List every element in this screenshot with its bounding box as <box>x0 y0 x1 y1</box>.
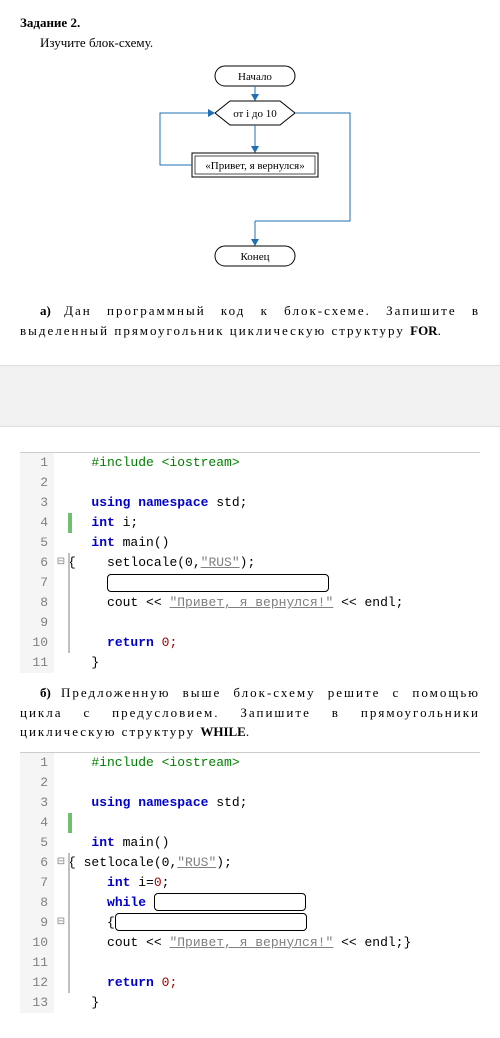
part-a-text: a) Дан программный код к блок-схеме. Зап… <box>20 301 480 340</box>
code-block-a: 1 #include <iostream> 2 3 using namespac… <box>20 452 480 673</box>
blank-while-body[interactable] <box>115 913 307 931</box>
flowchart-diagram: Начало от i до 10 «Привет, я вернулся» К… <box>100 61 400 291</box>
flowchart-end: Конец <box>241 251 270 263</box>
code-block-b: 1 #include <iostream> 2 3 using namespac… <box>20 752 480 1013</box>
page-gap <box>0 365 500 427</box>
part-b-text: б) Предложенную выше блок-схему решите с… <box>20 683 480 742</box>
blank-for[interactable] <box>107 574 329 592</box>
flowchart-body: «Привет, я вернулся» <box>205 160 304 172</box>
flowchart-loop: от i до 10 <box>233 108 277 120</box>
task-subtitle: Изучите блок-схему. <box>20 35 480 51</box>
task-title: Задание 2. <box>20 15 480 31</box>
blank-while-cond[interactable] <box>154 893 306 911</box>
flowchart-start: Начало <box>238 71 272 83</box>
